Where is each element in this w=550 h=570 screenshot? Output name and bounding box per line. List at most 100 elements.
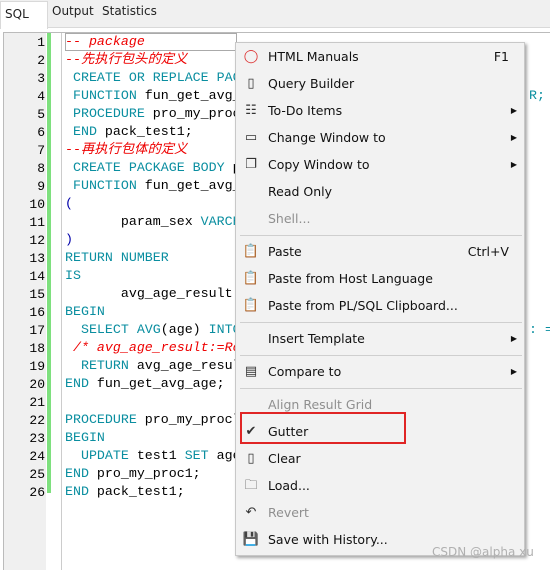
line-number: 24 — [29, 449, 45, 464]
menu-item-change-window-to[interactable]: ▭ Change Window to ▶ — [236, 124, 524, 151]
code-line: BEGIN — [65, 429, 105, 447]
menu-item-paste[interactable]: 📋 Paste Ctrl+V — [236, 238, 524, 265]
submenu-arrow-icon: ▶ — [510, 334, 517, 343]
submenu-arrow-icon: ▶ — [510, 160, 517, 169]
menu-item-query-builder[interactable]: ▯ Query Builder — [236, 70, 524, 97]
folder-icon: 🗀 — [244, 478, 258, 493]
code-token: fun_get_avg_ — [136, 88, 241, 103]
blank-page-icon: ▯ — [247, 451, 255, 466]
code-token: test1 — [128, 448, 185, 463]
line-number: 17 — [29, 323, 45, 338]
code-token: pro_my_proc1; — [88, 466, 201, 481]
code-token: CREATE OR REPLACE PAC — [65, 70, 241, 85]
menu-item-label: Query Builder — [268, 76, 355, 91]
code-line: RETURN NUMBER — [65, 249, 169, 267]
line-number: 26 — [29, 485, 45, 500]
line-number: 6 — [37, 125, 45, 140]
menu-separator — [240, 235, 522, 236]
shortcut: F1 — [493, 49, 509, 64]
menu-item-html-manuals[interactable]: ◯ HTML Manuals F1 — [236, 43, 524, 70]
line-number: 14 — [29, 269, 45, 284]
code-line: PROCEDURE pro_my_procl — [65, 411, 241, 429]
code-fragment: R; — [529, 88, 545, 103]
menu-item-label: Paste — [268, 244, 302, 259]
line-number: 11 — [29, 215, 45, 230]
code-line: ( — [65, 195, 73, 213]
code-line: --先执行包头的定义 — [65, 51, 187, 69]
submenu-arrow-icon: ▶ — [510, 367, 517, 376]
line-number: 12 — [29, 233, 45, 248]
code-token: CREATE PACKAGE BODY — [65, 160, 225, 175]
code-token: pro_my_procl — [136, 412, 241, 427]
menu-item-label: HTML Manuals — [268, 49, 359, 64]
code-token: BEGIN — [65, 304, 105, 319]
menu-item-to-do-items[interactable]: ☷ To-Do Items ▶ — [236, 97, 524, 124]
tab-output[interactable]: Output — [52, 4, 94, 18]
menu-item-label: Insert Template — [268, 331, 365, 346]
menu-item-label: Read Only — [268, 184, 333, 199]
code-token: fun_get_avg_age; — [88, 376, 225, 391]
line-number: 2 — [37, 53, 45, 68]
code-line: FUNCTION fun_get_avg_ — [65, 87, 241, 105]
tab-sql[interactable]: SQL — [0, 1, 48, 29]
menu-item-label: Paste from Host Language — [268, 271, 433, 286]
line-number: 19 — [29, 359, 45, 374]
code-token: fun_get_avg_ — [136, 178, 241, 193]
code-line: CREATE PACKAGE BODY p — [65, 159, 241, 177]
menu-item-load[interactable]: 🗀 Load... — [236, 472, 524, 499]
code-token: UPDATE — [65, 448, 129, 463]
menu-item-paste-from-pl-sql-clipboard[interactable]: 📋 Paste from PL/SQL Clipboard... — [236, 292, 524, 319]
line-number: 21 — [29, 395, 45, 410]
menu-item-label: To-Do Items — [268, 103, 343, 118]
code-line: IS — [65, 267, 81, 285]
tab-statistics[interactable]: Statistics — [102, 4, 157, 18]
tab-bar: SQL Output Statistics — [0, 0, 550, 29]
menu-item-copy-window-to[interactable]: ❐ Copy Window to ▶ — [236, 151, 524, 178]
line-number: 1 — [37, 35, 45, 50]
code-line: UPDATE test1 SET age — [65, 447, 241, 465]
menu-item-clear[interactable]: ▯ Clear — [236, 445, 524, 472]
code-token: /* avg_age_result:=Ro — [65, 340, 241, 355]
code-line: -- package — [65, 33, 145, 51]
line-number: 3 — [37, 71, 45, 86]
code-line: PROCEDURE pro_my_proc — [65, 105, 241, 123]
menu-item-compare-to[interactable]: ▤ Compare to ▶ — [236, 358, 524, 385]
clipboard-list-icon: ☷ — [245, 103, 257, 118]
menu-item-label: Compare to — [268, 364, 342, 379]
menu-item-insert-template[interactable]: Insert Template ▶ — [236, 325, 524, 352]
highlight-box — [240, 412, 406, 444]
line-number: 7 — [37, 143, 45, 158]
code-line: END pro_my_proc1; — [65, 465, 201, 483]
code-token: pack_test1; — [88, 484, 185, 499]
code-token: BEGIN — [65, 430, 105, 445]
code-line: END pack_test1; — [65, 123, 193, 141]
menu-item-read-only[interactable]: Read Only — [236, 178, 524, 205]
paste-icon: 📋 — [242, 244, 260, 259]
code-fragment: : = — [529, 322, 550, 337]
menu-item-shell: Shell... — [236, 205, 524, 232]
undo-icon: ↶ — [245, 505, 257, 520]
paste-plsql-icon: 📋 — [242, 298, 260, 313]
code-token: ( — [65, 196, 73, 211]
code-token: FUNCTION — [65, 88, 137, 103]
line-number: 20 — [29, 377, 45, 392]
menu-item-revert: ↶ Revert — [236, 499, 524, 526]
menu-item-label: Revert — [268, 505, 309, 520]
menu-item-paste-from-host-language[interactable]: 📋 Paste from Host Language — [236, 265, 524, 292]
code-line: END fun_get_avg_age; — [65, 375, 225, 393]
code-line: /* avg_age_result:=Ro — [65, 339, 241, 357]
code-token: (age) — [160, 322, 209, 337]
line-number: 23 — [29, 431, 45, 446]
modified-lines-bar — [47, 33, 51, 493]
line-number: 18 — [29, 341, 45, 356]
code-token: ) — [65, 232, 73, 247]
code-line: avg_age_result — [65, 285, 233, 303]
line-number: 16 — [29, 305, 45, 320]
code-line: CREATE OR REPLACE PAC — [65, 69, 241, 87]
shortcut: Ctrl+V — [467, 244, 509, 259]
line-number: 8 — [37, 161, 45, 176]
code-token: --再执行包体的定义 — [65, 142, 188, 157]
submenu-arrow-icon: ▶ — [510, 133, 517, 142]
code-token: SELECT AVG — [65, 322, 161, 337]
code-line: END pack_test1; — [65, 483, 185, 501]
